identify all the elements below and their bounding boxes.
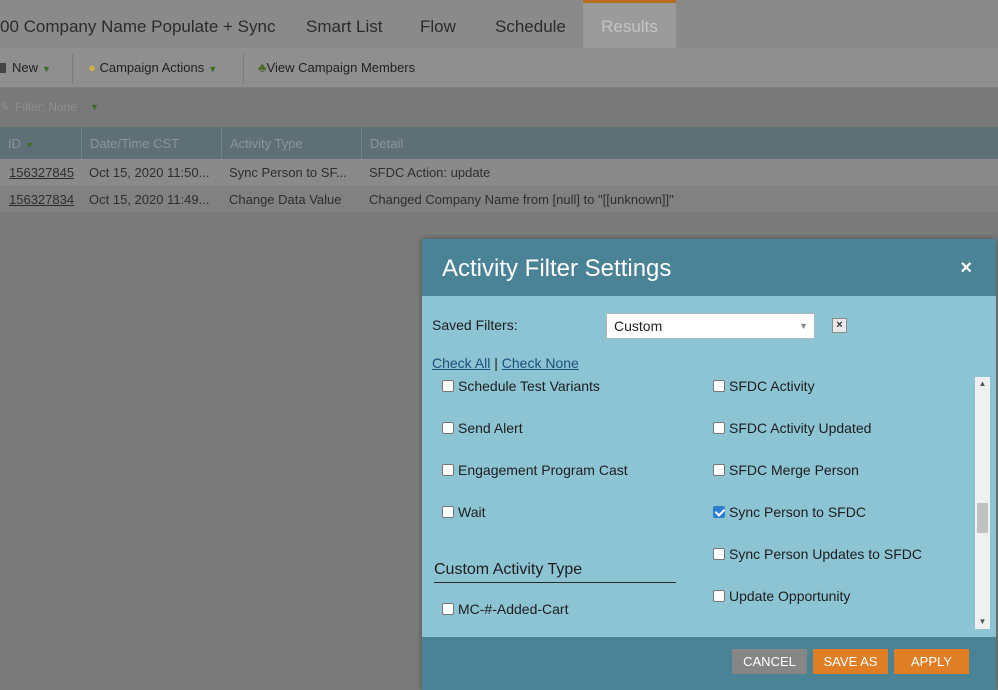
new-button[interactable]: New ▼: [0, 48, 51, 88]
dialog-title: Activity Filter Settings: [442, 255, 672, 282]
option-sfdc-activity-updated[interactable]: SFDC Activity Updated: [713, 420, 871, 436]
check-links-separator: |: [494, 355, 498, 371]
filter-dropdown[interactable]: Filter: None: [15, 88, 77, 127]
results-grid-header: ID ▼ Date/Time CST Activity Type Detail: [0, 127, 998, 159]
checkbox[interactable]: [713, 548, 725, 560]
saved-filters-value: Custom: [614, 318, 663, 334]
checkbox[interactable]: [442, 464, 454, 476]
tab-results[interactable]: Results: [583, 0, 676, 48]
option-wait[interactable]: Wait: [442, 504, 485, 520]
checkbox[interactable]: [713, 464, 725, 476]
toolbar: New ▼ ● Campaign Actions ▼ ♣View Campaign …: [0, 48, 998, 88]
dialog-footer: CANCEL SAVE AS APPLY: [422, 637, 996, 690]
checkbox[interactable]: [713, 422, 725, 434]
dialog-header: Activity Filter Settings ×: [422, 239, 996, 296]
people-icon: ♣: [258, 60, 267, 75]
checkbox-checked[interactable]: [713, 506, 725, 518]
save-as-button[interactable]: SAVE AS: [813, 649, 888, 674]
check-none-link[interactable]: Check None: [502, 355, 579, 371]
custom-activity-type-heading: Custom Activity Type: [434, 561, 676, 583]
activity-datetime: Oct 15, 2020 11:49...: [89, 192, 210, 207]
activity-detail: SFDC Action: update: [369, 165, 491, 180]
scroll-down-icon[interactable]: ▼: [975, 615, 990, 629]
filter-bar: ✎ Filter: None ▼: [0, 88, 998, 127]
check-links: Check All | Check None: [432, 355, 579, 371]
new-label: New: [12, 60, 39, 75]
scroll-up-icon[interactable]: ▲: [975, 377, 990, 391]
checkbox[interactable]: [713, 590, 725, 602]
sort-icon: ▼: [25, 140, 34, 150]
option-sync-person-to-sfdc[interactable]: Sync Person to SFDC: [713, 504, 866, 520]
view-campaign-members-button[interactable]: ♣View Campaign Members: [258, 48, 415, 88]
chevron-down-icon: ▼: [208, 64, 218, 74]
option-sfdc-activity[interactable]: SFDC Activity: [713, 378, 815, 394]
tab-flow[interactable]: Flow: [420, 0, 456, 48]
campaign-actions-button[interactable]: ● Campaign Actions ▼: [88, 48, 217, 88]
option-mc-added-cart[interactable]: MC-#-Added-Cart: [442, 601, 568, 617]
option-engagement-program-cast[interactable]: Engagement Program Cast: [442, 462, 628, 478]
activity-id-link[interactable]: 156327845: [9, 159, 74, 186]
activity-type: Sync Person to SF...: [229, 165, 347, 180]
activity-filter-dialog: Activity Filter Settings × Saved Filters…: [422, 239, 996, 690]
option-sync-person-updates-to-sfdc[interactable]: Sync Person Updates to SFDC: [713, 546, 922, 562]
table-row[interactable]: 156327845 Oct 15, 2020 11:50... Sync Per…: [0, 159, 998, 186]
apply-button[interactable]: APPLY: [894, 649, 969, 674]
option-sfdc-merge-person[interactable]: SFDC Merge Person: [713, 462, 859, 478]
chevron-down-icon: ▼: [42, 64, 51, 74]
saved-filters-select[interactable]: Custom ▼: [606, 313, 815, 339]
view-members-label: View Campaign Members: [266, 60, 416, 75]
toolbar-divider: [72, 54, 73, 84]
checkbox[interactable]: [442, 422, 454, 434]
tab-smart-list[interactable]: Smart List: [306, 0, 383, 48]
options-scrollbar[interactable]: ▲ ▼: [975, 377, 990, 629]
column-header-id[interactable]: ID ▼: [0, 127, 82, 159]
checkbox[interactable]: [713, 380, 725, 392]
column-header-activity-type[interactable]: Activity Type: [222, 127, 362, 159]
close-icon[interactable]: ×: [960, 257, 972, 280]
column-header-datetime[interactable]: Date/Time CST: [82, 127, 222, 159]
checkbox[interactable]: [442, 506, 454, 518]
activity-type: Change Data Value: [229, 192, 342, 207]
saved-filters-label: Saved Filters:: [432, 317, 518, 333]
option-update-opportunity[interactable]: Update Opportunity: [713, 588, 850, 604]
tab-campaign-name[interactable]: 00 Company Name Populate + Sync: [0, 0, 275, 48]
cancel-button[interactable]: CANCEL: [732, 649, 807, 674]
table-row[interactable]: 156327834 Oct 15, 2020 11:49... Change D…: [0, 186, 998, 213]
activity-datetime: Oct 15, 2020 11:50...: [89, 165, 210, 180]
option-schedule-test-variants[interactable]: Schedule Test Variants: [442, 378, 600, 394]
column-header-detail[interactable]: Detail: [362, 127, 998, 159]
activity-detail: Changed Company Name from [null] to "[[u…: [369, 192, 674, 207]
delete-filter-icon[interactable]: ×: [832, 318, 847, 333]
new-icon: [0, 63, 6, 73]
toolbar-divider: [243, 54, 244, 84]
checkbox[interactable]: [442, 380, 454, 392]
filter-icon: ✎: [0, 100, 11, 114]
check-all-link[interactable]: Check All: [432, 355, 490, 371]
option-send-alert[interactable]: Send Alert: [442, 420, 523, 436]
chevron-down-icon: ▼: [90, 102, 99, 112]
checkbox[interactable]: [442, 603, 454, 615]
scrollbar-thumb[interactable]: [977, 503, 988, 533]
lightbulb-icon: ●: [88, 60, 96, 75]
tab-schedule[interactable]: Schedule: [495, 0, 566, 48]
activity-id-link[interactable]: 156327834: [9, 186, 74, 213]
tab-bar: 00 Company Name Populate + Sync Smart Li…: [0, 0, 998, 48]
chevron-down-icon: ▼: [799, 321, 808, 331]
campaign-actions-label: Campaign Actions: [99, 60, 205, 75]
